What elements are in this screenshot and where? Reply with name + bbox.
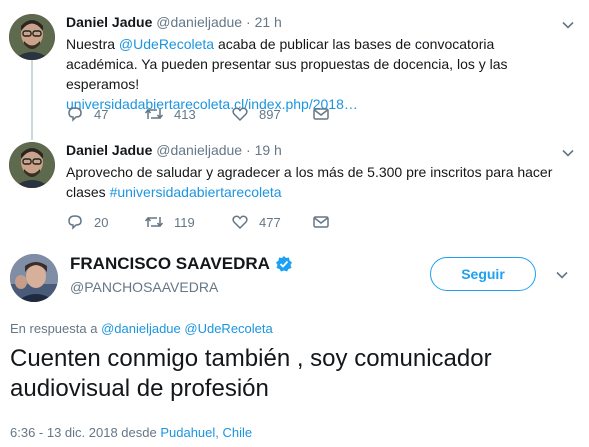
main-author-handle[interactable]: @PANCHOSAAVEDRA: [70, 279, 218, 295]
author-name[interactable]: Daniel Jadue: [66, 142, 152, 158]
retweet-icon: [144, 216, 164, 228]
author-name[interactable]: Daniel Jadue: [66, 14, 152, 30]
like-button[interactable]: 897: [231, 104, 281, 124]
tweet-actions: 20 119 477: [66, 212, 366, 232]
reply-icon: [68, 107, 82, 122]
like-count: 897: [259, 106, 281, 122]
reply-mention-link[interactable]: @UdeRecoleta: [184, 321, 272, 336]
text-segment: Nuestra: [66, 36, 119, 52]
separator: ·: [246, 142, 251, 158]
tweet-timestamp[interactable]: 6:36 - 13 dic. 2018 desde: [10, 425, 160, 440]
tweet-actions: 47 413 897: [66, 104, 366, 124]
main-avatar[interactable]: [10, 254, 58, 302]
like-icon: [232, 215, 248, 230]
thread-tweet-2[interactable]: Daniel Jadue @danieljadue · 19 h Aprovec…: [0, 130, 589, 240]
reply-count: 47: [94, 106, 109, 122]
tweet-header: Daniel Jadue @danieljadue · 21 h: [66, 14, 282, 30]
author-handle[interactable]: @danieljadue: [156, 14, 242, 30]
chevron-down-icon[interactable]: [555, 268, 569, 282]
tweet-time[interactable]: 19 h: [255, 142, 282, 158]
mention-link[interactable]: @UdeRecoleta: [119, 36, 214, 52]
avatar[interactable]: [9, 142, 55, 188]
retweet-icon: [144, 108, 164, 120]
location-link[interactable]: Pudahuel, Chile: [160, 425, 252, 440]
reply-count: 20: [94, 214, 109, 230]
reply-context: En respuesta a @danieljadue @UdeRecoleta: [10, 321, 273, 336]
separator: ·: [246, 14, 251, 30]
dm-button[interactable]: [312, 104, 330, 124]
chevron-down-icon[interactable]: [561, 18, 575, 32]
tweet-meta: 6:36 - 13 dic. 2018 desde Pudahuel, Chil…: [10, 425, 252, 440]
main-tweet-text: Cuenten conmigo también , soy comunicado…: [10, 345, 492, 402]
tweet-text: Aprovecho de saludar y agradecer a los m…: [66, 162, 566, 202]
reply-button[interactable]: 20: [66, 212, 108, 232]
follow-button[interactable]: Seguir: [430, 257, 536, 291]
tweet-time[interactable]: 21 h: [255, 14, 282, 30]
like-button[interactable]: 477: [231, 212, 281, 232]
dm-button[interactable]: [312, 212, 330, 232]
thread-tweet-1[interactable]: Daniel Jadue @danieljadue · 21 h Nuestra…: [0, 0, 589, 140]
verified-icon: [275, 256, 292, 272]
tweet-header: Daniel Jadue @danieljadue · 19 h: [66, 142, 282, 158]
hashtag-link[interactable]: #universidadabiertarecoleta: [110, 184, 282, 200]
retweet-button[interactable]: 413: [144, 104, 196, 124]
retweet-button[interactable]: 119: [144, 212, 195, 232]
retweet-count: 119: [174, 214, 195, 230]
like-icon: [232, 107, 248, 122]
tweet-text: Nuestra @UdeRecoleta acaba de publicar l…: [66, 34, 566, 114]
dm-icon: [313, 216, 329, 228]
retweet-count: 413: [174, 106, 196, 122]
like-count: 477: [259, 214, 281, 230]
chevron-down-icon[interactable]: [561, 146, 575, 160]
reply-mention-link[interactable]: @danieljadue: [101, 321, 181, 336]
reply-button[interactable]: 47: [66, 104, 108, 124]
avatar[interactable]: [9, 14, 55, 60]
author-handle[interactable]: @danieljadue: [156, 142, 242, 158]
main-author-name[interactable]: FRANCISCO SAAVEDRA: [70, 254, 293, 274]
main-author-name-text[interactable]: FRANCISCO SAAVEDRA: [70, 254, 270, 274]
reply-icon: [68, 215, 82, 230]
dm-icon: [313, 108, 329, 120]
reply-prefix: En respuesta a: [10, 321, 102, 336]
